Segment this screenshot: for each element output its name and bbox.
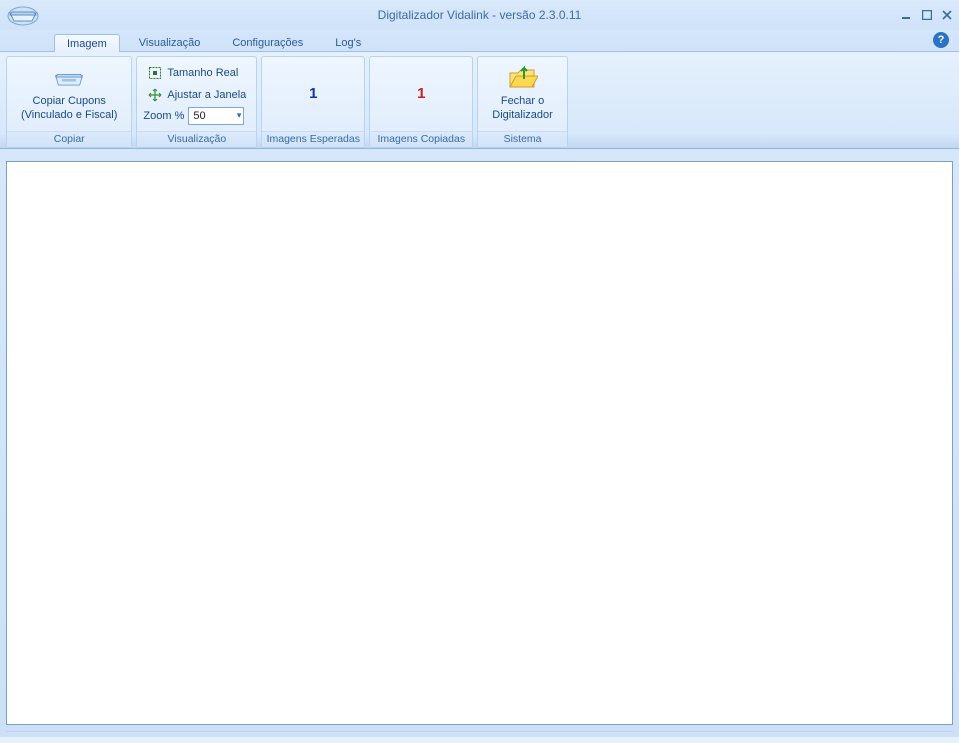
copiar-cupons-button[interactable]: Copiar Cupons (Vinculado e Fiscal): [13, 61, 125, 127]
zoom-value: 50: [193, 110, 205, 122]
group-copiar: Copiar Cupons (Vinculado e Fiscal) Copia…: [6, 56, 132, 148]
window-controls: [901, 9, 953, 21]
tabs-row: Imagem Visualização Configurações Log's …: [0, 30, 959, 52]
tab-visualizacao[interactable]: Visualização: [126, 33, 214, 51]
scanner-icon: [53, 65, 85, 91]
tab-configuracoes[interactable]: Configurações: [219, 33, 316, 51]
copiar-cupons-label-1: Copiar Cupons: [21, 95, 117, 109]
ajustar-janela-button[interactable]: Ajustar a Janela: [143, 85, 250, 105]
group-visualizacao-label: Visualização: [137, 131, 256, 147]
group-imagens-copiadas: 1 Imagens Copiadas: [369, 56, 473, 148]
ajustar-janela-label: Ajustar a Janela: [167, 89, 246, 101]
app-icon[interactable]: [6, 3, 40, 27]
help-icon[interactable]: ?: [933, 32, 949, 48]
minimize-button[interactable]: [901, 9, 913, 21]
title-bar: Digitalizador Vidalink - versão 2.3.0.11: [0, 0, 959, 30]
tamanho-real-label: Tamanho Real: [167, 67, 238, 79]
fit-window-icon: [147, 87, 163, 103]
actual-size-icon: [147, 65, 163, 81]
group-visualizacao: Tamanho Real Ajustar a Janela Zoom % 50: [136, 56, 257, 148]
maximize-button[interactable]: [921, 9, 933, 21]
zoom-label: Zoom %: [143, 110, 184, 122]
window-title: Digitalizador Vidalink - versão 2.3.0.11: [378, 8, 582, 22]
ribbon: Copiar Cupons (Vinculado e Fiscal) Copia…: [0, 52, 959, 149]
imagens-copiadas-count: 1: [376, 71, 466, 116]
group-imagens-esperadas: 1 Imagens Esperadas: [261, 56, 365, 148]
fechar-label-1: Fechar o: [492, 95, 553, 109]
group-sistema: Fechar o Digitalizador Sistema: [477, 56, 568, 148]
tamanho-real-button[interactable]: Tamanho Real: [143, 63, 250, 83]
group-copiar-label: Copiar: [7, 131, 131, 147]
tab-imagem[interactable]: Imagem: [54, 34, 120, 52]
close-button[interactable]: [941, 9, 953, 21]
zoom-select[interactable]: 50 ▾: [188, 107, 244, 125]
content-area: [0, 149, 959, 743]
fechar-label-2: Digitalizador: [492, 109, 553, 123]
fechar-digitalizador-button[interactable]: Fechar o Digitalizador: [484, 61, 561, 127]
dropdown-arrow-icon: ▾: [237, 110, 242, 121]
image-canvas[interactable]: [6, 161, 953, 725]
bottom-separator: [6, 731, 953, 737]
group-sistema-label: Sistema: [478, 131, 567, 147]
imagens-esperadas-count: 1: [268, 71, 358, 116]
zoom-row: Zoom % 50 ▾: [143, 107, 250, 125]
group-imagens-copiadas-label: Imagens Copiadas: [370, 131, 472, 147]
copiar-cupons-label-2: (Vinculado e Fiscal): [21, 109, 117, 123]
group-imagens-esperadas-label: Imagens Esperadas: [262, 131, 364, 147]
folder-exit-icon: [507, 65, 539, 91]
tab-logs[interactable]: Log's: [322, 33, 374, 51]
